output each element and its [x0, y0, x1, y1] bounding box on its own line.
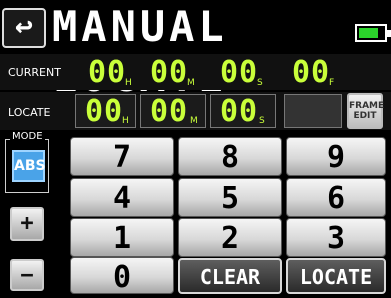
current-minutes-unit: M [187, 78, 195, 88]
current-minutes: 00 [150, 55, 189, 90]
key-7[interactable]: 7 [70, 137, 174, 176]
battery-icon [355, 24, 391, 42]
current-hours: 00 [88, 55, 127, 90]
clear-button[interactable]: CLEAR [178, 258, 282, 294]
locate-label: LOCATE [8, 106, 51, 119]
mode-label: MODE [10, 131, 45, 142]
current-frames-unit: F [329, 78, 335, 88]
locate-minutes: 00 [150, 94, 189, 129]
mode-abs-button[interactable]: ABS [12, 150, 46, 182]
key-3[interactable]: 3 [286, 218, 386, 257]
locate-minutes-unit: M [190, 116, 198, 126]
current-seconds: 00 [220, 55, 259, 90]
current-seconds-unit: S [257, 78, 263, 88]
key-6[interactable]: 6 [286, 178, 386, 217]
locate-button[interactable]: LOCATE [286, 258, 386, 294]
locate-hours: 00 [85, 94, 124, 129]
minus-button[interactable]: − [10, 259, 44, 291]
key-4[interactable]: 4 [70, 178, 174, 217]
locate-hours-unit: H [122, 116, 129, 126]
locate-seconds-unit: S [259, 116, 265, 126]
current-hours-unit: H [125, 78, 132, 88]
key-2[interactable]: 2 [178, 218, 282, 257]
current-label: CURRENT [8, 66, 61, 79]
locate-frames-field [284, 94, 342, 128]
locate-seconds: 00 [220, 94, 259, 129]
frame-edit-button[interactable]: FRAME EDIT [347, 93, 384, 129]
current-frames: 00 [292, 55, 331, 90]
back-arrow-icon[interactable]: ↩ [2, 8, 46, 48]
key-5[interactable]: 5 [178, 178, 282, 217]
plus-button[interactable]: + [10, 207, 44, 241]
key-0[interactable]: 0 [70, 257, 174, 295]
key-1[interactable]: 1 [70, 218, 174, 257]
key-9[interactable]: 9 [286, 137, 386, 176]
key-8[interactable]: 8 [178, 137, 282, 176]
